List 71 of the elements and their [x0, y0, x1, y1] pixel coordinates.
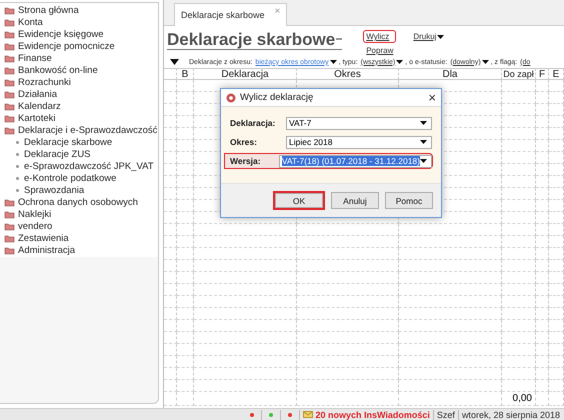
- user-name: Szef: [436, 410, 455, 420]
- bullet-icon: [16, 188, 19, 192]
- folder-icon: [4, 101, 15, 111]
- folder-icon: [4, 17, 15, 27]
- field-label: Wersja:: [230, 156, 262, 166]
- column-header[interactable]: E: [549, 68, 564, 80]
- bullet-icon: [16, 152, 19, 156]
- folder-icon: [4, 41, 15, 51]
- messages-link[interactable]: 20 nowych InsWiadomości: [315, 410, 430, 420]
- sidebar-item[interactable]: Ochrona danych osobowych: [0, 196, 158, 208]
- column-header[interactable]: B: [177, 68, 194, 80]
- sidebar-item[interactable]: Rozrachunki: [0, 76, 158, 88]
- column-header[interactable]: F: [536, 68, 549, 80]
- sidebar-item[interactable]: Zestawienia: [0, 232, 158, 244]
- column-header[interactable]: Do zapł: [502, 68, 536, 80]
- dialog-button[interactable]: OK: [273, 191, 325, 210]
- dropdown-field[interactable]: VAT-7(18) (01.07.2018 - 31.12.2018): [278, 154, 432, 168]
- action-link[interactable]: Wylicz: [363, 30, 396, 43]
- bullet-icon: [16, 176, 19, 180]
- sidebar-item[interactable]: Działania: [0, 88, 158, 100]
- sidebar-item[interactable]: Deklaracje i e-Sprawozdawczość: [0, 124, 158, 136]
- sidebar-subitem[interactable]: Deklaracje ZUS: [0, 148, 158, 160]
- folder-icon: [4, 125, 15, 135]
- page-title[interactable]: Deklaracje skarbowe: [167, 30, 342, 50]
- sidebar-item[interactable]: vendero: [0, 220, 158, 232]
- folder-icon: [4, 209, 15, 219]
- sidebar-item[interactable]: Ewidencje księgowe: [0, 28, 158, 40]
- sidebar-item[interactable]: Administracja: [0, 244, 158, 256]
- sidebar-subitem[interactable]: e-Sprawozdawczość JPK_VAT: [0, 160, 158, 172]
- triangle-icon: [170, 59, 179, 65]
- sidebar-item[interactable]: Kalendarz: [0, 100, 158, 112]
- dropdown-field[interactable]: Lipiec 2018: [286, 136, 432, 148]
- status-date: wtorek, 28 sierpnia 2018: [462, 410, 560, 420]
- folder-icon: [4, 221, 15, 231]
- bullet-icon: [16, 164, 19, 168]
- column-header[interactable]: Dla: [399, 68, 502, 80]
- total-cell: 0,00: [502, 392, 536, 406]
- field-label: Deklaracja:: [230, 118, 276, 128]
- sidebar-subitem[interactable]: e-Kontrole podatkowe: [0, 172, 158, 184]
- folder-icon: [4, 53, 15, 63]
- folder-icon: [4, 5, 15, 15]
- sidebar-item[interactable]: Ewidencje pomocnicze: [0, 40, 158, 52]
- column-header[interactable]: Okres: [297, 68, 399, 80]
- folder-icon: [4, 65, 15, 75]
- folder-icon: [4, 233, 15, 243]
- dialog-title: Wylicz deklarację: [240, 92, 314, 103]
- action-link[interactable]: Popraw: [363, 44, 396, 57]
- folder-icon: [4, 245, 15, 255]
- folder-icon: [4, 89, 15, 99]
- folder-icon: [4, 113, 15, 123]
- column-header[interactable]: Deklaracja: [194, 68, 297, 80]
- folder-icon: [4, 77, 15, 87]
- sidebar-item[interactable]: Strona główna: [0, 4, 158, 16]
- folder-icon: [4, 29, 15, 39]
- folder-icon: [4, 197, 15, 207]
- sidebar-item[interactable]: Finanse: [0, 52, 158, 64]
- tab[interactable]: Deklaracje skarbowe ×: [174, 3, 288, 26]
- sidebar-subitem[interactable]: Sprawozdania: [0, 184, 158, 196]
- sidebar-item[interactable]: Konta: [0, 16, 158, 28]
- sidebar-item[interactable]: Naklejki: [0, 208, 158, 220]
- field-label: Okres:: [230, 137, 258, 147]
- envelope-icon: [303, 411, 314, 418]
- sidebar-subitem[interactable]: Deklaracje skarbowe: [0, 136, 158, 148]
- dropdown-field[interactable]: VAT-7: [286, 116, 432, 130]
- sidebar-item[interactable]: Bankowość on-line: [0, 64, 158, 76]
- dialog-button[interactable]: Pomoc: [385, 192, 433, 209]
- print-menu[interactable]: Drukuj: [413, 32, 444, 41]
- dialog-button[interactable]: Anuluj: [331, 192, 379, 209]
- bullet-icon: [16, 140, 19, 144]
- close-icon[interactable]: ×: [428, 90, 436, 105]
- sidebar-item[interactable]: Kartoteki: [0, 112, 158, 124]
